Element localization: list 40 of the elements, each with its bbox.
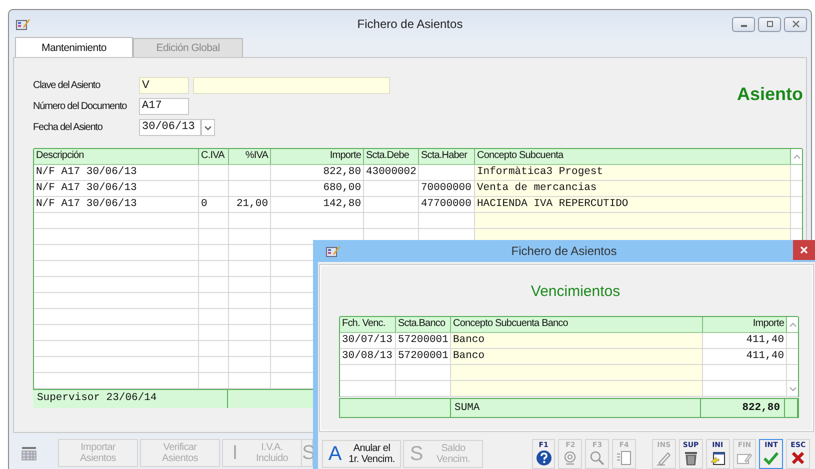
- field-label: Número del Documento: [33, 101, 128, 112]
- table-cell: N/F A17 30/06/13: [34, 165, 199, 180]
- table-cell: N/F A17 30/06/13: [34, 181, 199, 196]
- table-cell: Banco: [451, 333, 703, 348]
- total-label: SUMA: [450, 399, 702, 417]
- table-cell: 21,00: [229, 197, 271, 212]
- table-cell: Venta de mercancias: [475, 181, 791, 196]
- column-header: %IVA: [229, 149, 271, 164]
- input-field[interactable]: A17: [139, 98, 189, 115]
- field-label: Clave del Asiento: [33, 80, 102, 91]
- window-title: Fichero de Asientos: [511, 244, 617, 258]
- column-header: Concepto Subcuenta Banco: [451, 317, 703, 332]
- date-field[interactable]: 30/06/13: [139, 119, 201, 136]
- table-cell: 822,80: [271, 165, 364, 180]
- table-cell: 142,80: [271, 197, 364, 212]
- window-title: Fichero de Asientos: [357, 17, 463, 31]
- table-cell: Informàtica3 Progest: [475, 165, 791, 180]
- table-cell: 30/08/13: [340, 349, 396, 364]
- status-cell: Supervisor 23/06/14: [33, 390, 228, 408]
- column-header: Scta.Haber: [419, 149, 475, 164]
- input-field[interactable]: V: [139, 77, 189, 94]
- table-cell: N/F A17 30/06/13: [34, 197, 199, 212]
- table-cell: 30/07/13: [340, 333, 396, 348]
- column-header: Fch. Venc.: [340, 317, 396, 332]
- column-header: Scta.Debe: [364, 149, 419, 164]
- tab[interactable]: Mantenimiento: [15, 37, 133, 57]
- total-cell: 822,80: [701, 399, 786, 417]
- column-header: Descripción: [34, 149, 199, 164]
- table-cell: 43000002: [364, 165, 419, 180]
- field-label: Fecha del Asiento: [33, 122, 104, 133]
- section-heading: Asiento: [736, 84, 803, 105]
- table-cell: HACIENDA IVA REPERCUTIDO: [475, 197, 791, 212]
- column-header: Importe: [271, 149, 364, 164]
- column-header: C.IVA: [199, 149, 229, 164]
- table-cell: 0: [199, 197, 229, 212]
- tab[interactable]: Edición Global: [133, 38, 243, 57]
- dialog-heading: Vencimientos: [530, 283, 620, 300]
- table-cell: Banco: [451, 349, 703, 364]
- column-header: Scta.Banco: [396, 317, 451, 332]
- table-cell: 680,00: [271, 181, 364, 196]
